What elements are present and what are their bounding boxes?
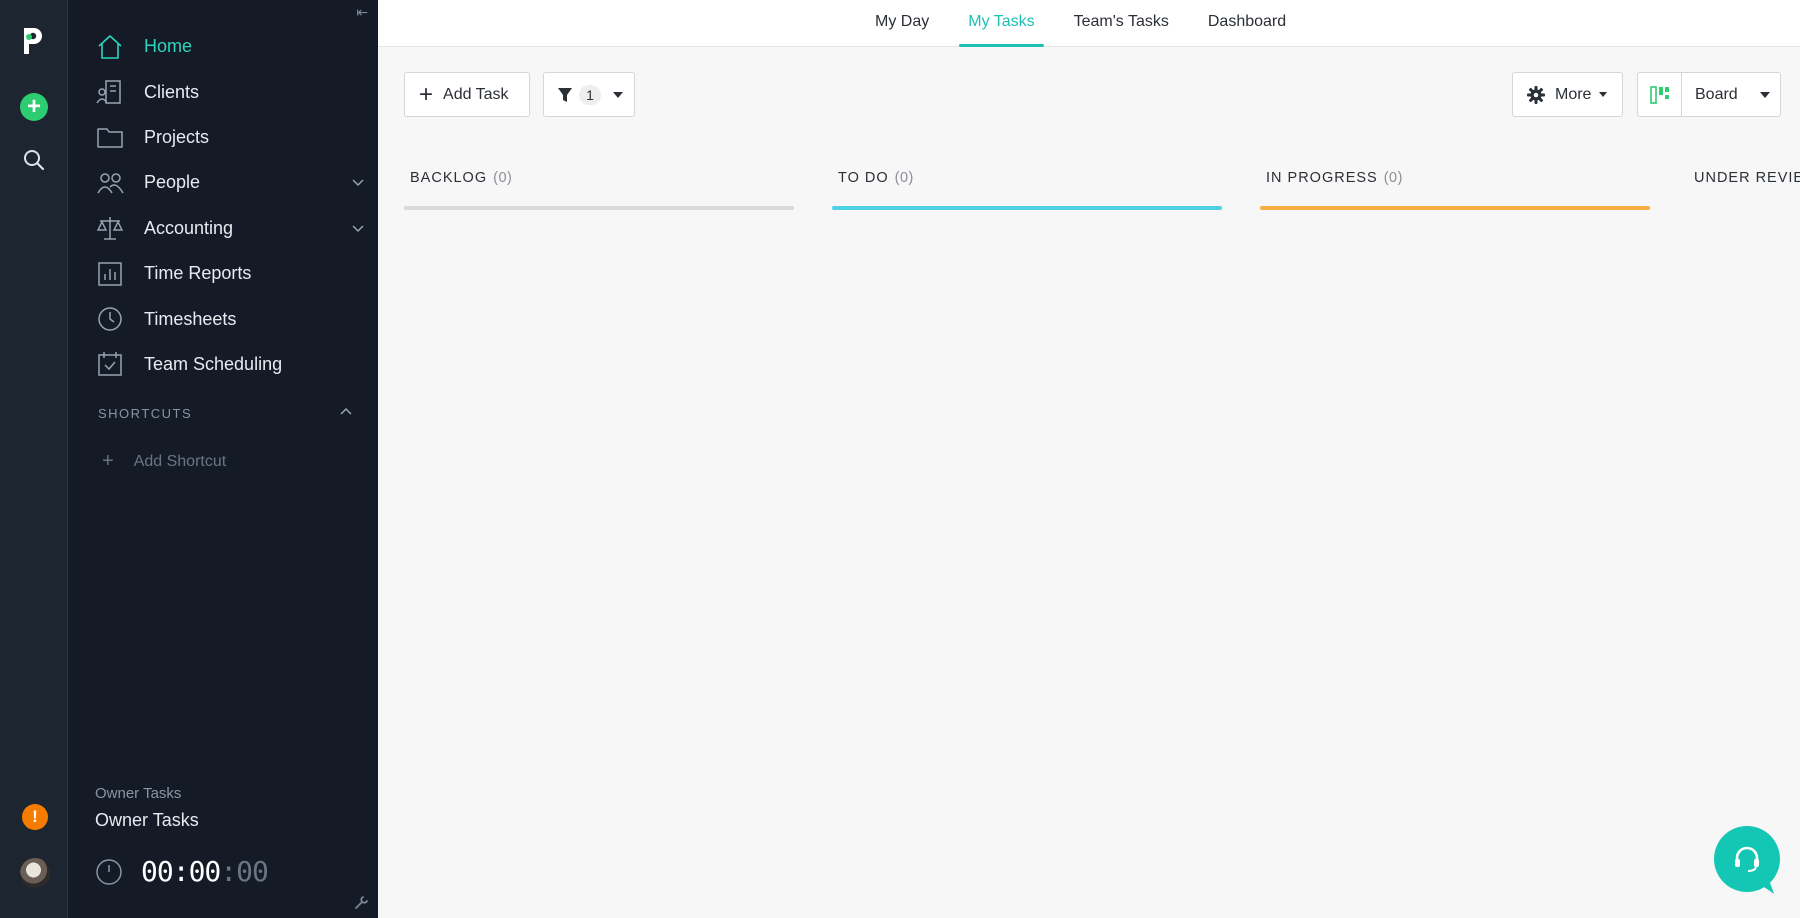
add-task-label: Add Task bbox=[443, 85, 509, 103]
more-button[interactable]: More bbox=[1512, 72, 1623, 117]
avatar[interactable] bbox=[20, 858, 50, 888]
chart-icon bbox=[96, 260, 124, 288]
sidebar-item-time-reports[interactable]: Time Reports bbox=[96, 251, 366, 296]
add-shortcut-label: Add Shortcut bbox=[133, 452, 227, 470]
top-nav: My Day My Tasks Team's Tasks Dashboard bbox=[378, 0, 1800, 47]
column-color-bar bbox=[404, 206, 794, 210]
filter-icon bbox=[558, 87, 572, 102]
column-color-bar bbox=[1260, 206, 1650, 210]
sidebar-item-clients[interactable]: Clients bbox=[96, 69, 366, 114]
tab-bar: My Day My Tasks Team's Tasks Dashboard bbox=[866, 0, 1316, 47]
board-column-todo: TO DO (0) bbox=[832, 170, 1222, 210]
support-chat-button[interactable] bbox=[1714, 826, 1780, 892]
column-count: (0) bbox=[493, 170, 513, 186]
current-task-name[interactable]: Owner Tasks bbox=[95, 810, 199, 831]
paymo-logo-icon[interactable] bbox=[20, 26, 46, 56]
caret-down-icon bbox=[1599, 92, 1608, 97]
plus-icon: + bbox=[419, 80, 434, 108]
sidebar-nav: Home Clients Projects People Accounting … bbox=[96, 24, 366, 387]
sidebar-item-label: Time Reports bbox=[144, 263, 252, 284]
icon-rail: + ! bbox=[0, 0, 68, 918]
headset-icon bbox=[1735, 846, 1759, 872]
sidebar: ⇤ Home Clients Projects People Accountin… bbox=[68, 0, 378, 918]
sidebar-item-label: Timesheets bbox=[144, 308, 237, 329]
sidebar-item-timesheets[interactable]: Timesheets bbox=[96, 296, 366, 341]
timer-start-icon[interactable] bbox=[95, 858, 123, 886]
sidebar-item-label: Clients bbox=[144, 81, 200, 102]
caret-down-icon bbox=[613, 91, 623, 98]
home-icon bbox=[96, 33, 124, 61]
sidebar-item-label: Accounting bbox=[144, 217, 234, 238]
folder-icon bbox=[96, 123, 124, 151]
board-column-under-review: UNDER REVIEW bbox=[1688, 170, 1800, 186]
tab-my-day[interactable]: My Day bbox=[866, 0, 938, 47]
sidebar-item-projects[interactable]: Projects bbox=[96, 115, 366, 160]
timer: 00:00:00 bbox=[95, 855, 269, 888]
board-column-in-progress: IN PROGRESS (0) bbox=[1260, 170, 1650, 210]
alert-icon[interactable]: ! bbox=[22, 804, 48, 830]
column-color-bar bbox=[832, 206, 1222, 210]
scale-icon bbox=[96, 214, 124, 242]
task-context-label: Owner Tasks bbox=[95, 785, 182, 802]
shortcuts-label: SHORTCUTS bbox=[98, 406, 193, 421]
timer-hours-minutes: 00:00 bbox=[141, 855, 221, 888]
chevron-down-icon[interactable] bbox=[350, 174, 366, 190]
view-switcher[interactable]: Board bbox=[1637, 72, 1781, 117]
chevron-down-icon[interactable] bbox=[350, 220, 366, 236]
more-label: More bbox=[1555, 85, 1592, 103]
quick-add-icon[interactable]: + bbox=[20, 93, 48, 121]
sidebar-item-accounting[interactable]: Accounting bbox=[96, 206, 366, 251]
caret-down-icon bbox=[1759, 91, 1770, 98]
column-title: TO DO bbox=[838, 170, 889, 186]
sidebar-item-people[interactable]: People bbox=[96, 160, 366, 205]
sidebar-item-label: Projects bbox=[144, 126, 210, 147]
sidebar-item-home[interactable]: Home bbox=[96, 24, 366, 69]
filter-button[interactable]: 1 bbox=[543, 72, 635, 117]
column-title: BACKLOG bbox=[410, 170, 488, 186]
clock-icon bbox=[96, 305, 124, 333]
gear-icon bbox=[1527, 85, 1545, 104]
column-count: (0) bbox=[894, 170, 914, 186]
filter-count-badge: 1 bbox=[579, 84, 601, 105]
board-column-backlog: BACKLOG (0) bbox=[404, 170, 794, 210]
board-view-icon[interactable] bbox=[1638, 73, 1682, 116]
column-count: (0) bbox=[1383, 170, 1403, 186]
chevron-up-icon[interactable] bbox=[338, 404, 354, 420]
view-label: Board bbox=[1695, 85, 1738, 103]
column-title: UNDER REVIEW bbox=[1694, 170, 1800, 186]
plus-icon: + bbox=[102, 450, 114, 472]
sidebar-item-label: Home bbox=[144, 36, 193, 57]
tab-my-tasks[interactable]: My Tasks bbox=[959, 0, 1045, 47]
shortcuts-heading: SHORTCUTS bbox=[98, 406, 354, 421]
collapse-sidebar-icon[interactable]: ⇤ bbox=[356, 4, 368, 21]
wrench-icon[interactable] bbox=[354, 894, 370, 910]
tab-dashboard[interactable]: Dashboard bbox=[1199, 0, 1295, 47]
timer-seconds: :00 bbox=[220, 855, 269, 888]
people-icon bbox=[96, 169, 124, 197]
column-title: IN PROGRESS bbox=[1266, 170, 1378, 186]
search-icon[interactable] bbox=[22, 148, 46, 172]
tab-teams-tasks[interactable]: Team's Tasks bbox=[1065, 0, 1178, 47]
sidebar-item-team-scheduling[interactable]: Team Scheduling bbox=[96, 342, 366, 387]
calendar-check-icon bbox=[96, 350, 124, 378]
sidebar-item-label: Team Scheduling bbox=[144, 353, 283, 374]
add-task-button[interactable]: + Add Task bbox=[404, 72, 530, 117]
sidebar-item-label: People bbox=[144, 172, 201, 193]
add-shortcut-button[interactable]: + Add Shortcut bbox=[102, 450, 226, 473]
clients-icon bbox=[96, 78, 124, 106]
